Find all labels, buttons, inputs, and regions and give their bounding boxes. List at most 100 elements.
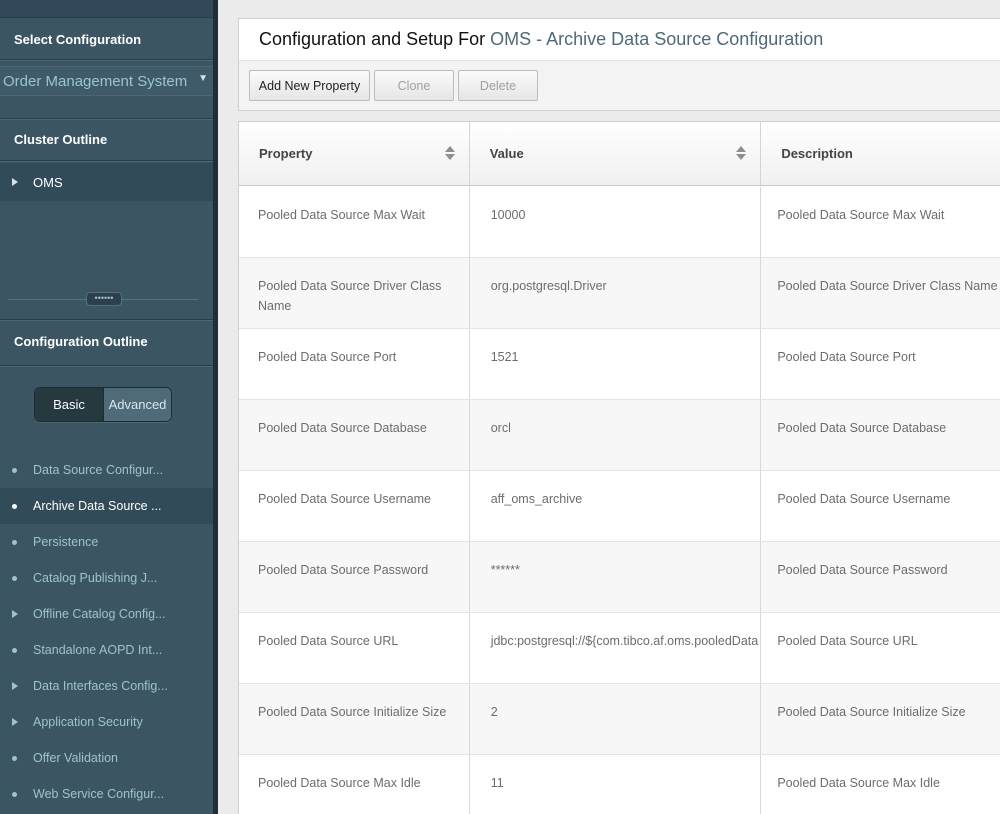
outline-item[interactable]: Catalog Publishing J...	[0, 560, 213, 596]
caret-down-icon: ▼	[198, 73, 208, 84]
sidebar-divider	[0, 118, 213, 119]
cell-value: 11	[470, 755, 762, 814]
table-row[interactable]: Pooled Data Source Initialize Size 2 Poole…	[239, 684, 1000, 755]
outline-marker	[0, 647, 33, 653]
sidebar: Select Configuration Order Management Sy…	[0, 0, 213, 814]
table-row[interactable]: Pooled Data Source Driver Class Name org.…	[239, 258, 1000, 329]
cluster-tree-item-label: OMS	[33, 174, 63, 190]
outline-item[interactable]: Persistence	[0, 524, 213, 560]
table-row[interactable]: Pooled Data Source Max Idle 11 Pooled Data…	[239, 755, 1000, 814]
outline-marker	[0, 755, 33, 761]
configuration-outline-header: Configuration Outline	[14, 333, 148, 349]
expand-arrow-icon[interactable]	[12, 610, 18, 618]
outline-item-label: Application Security	[33, 715, 143, 729]
cell-value: ******	[470, 542, 762, 612]
splitter-line	[8, 299, 86, 300]
cell-value: org.postgresql.Driver	[470, 258, 762, 328]
cell-property: Pooled Data Source Max Idle	[239, 755, 470, 814]
sidebar-divider	[0, 160, 213, 161]
column-header-property[interactable]: Property	[239, 122, 470, 185]
grid-header: Property Value Description	[239, 122, 1000, 186]
outline-marker	[0, 718, 33, 726]
outline-item-label: Offline Catalog Config...	[33, 607, 166, 621]
outline-item[interactable]: Data Source Configur...	[0, 452, 213, 488]
cell-description: Pooled Data Source Password	[777, 563, 948, 577]
cell-value: jdbc:postgresql://${com.tibco.af.oms.poo…	[470, 613, 762, 683]
grid-body: Pooled Data Source Max Wait 10000 Pooled D…	[239, 187, 1000, 814]
cell-property: Pooled Data Source URL	[239, 613, 470, 683]
sort-icon[interactable]	[444, 146, 455, 161]
cell-property: Pooled Data Source Port	[239, 329, 470, 399]
cell-description: Pooled Data Source URL	[777, 634, 918, 648]
table-row[interactable]: Pooled Data Source Username aff_oms_archi…	[239, 471, 1000, 542]
outline-marker	[0, 682, 33, 690]
bullet-icon	[12, 791, 17, 797]
outline-item-label: Data Source Configur...	[33, 463, 163, 477]
column-header-value[interactable]: Value	[470, 122, 762, 185]
configuration-outline-list: Data Source Configur... Archive Data Sour…	[0, 452, 213, 812]
cell-property: Pooled Data Source Database	[239, 400, 470, 470]
expand-arrow-icon[interactable]	[12, 178, 18, 186]
outline-item-label: Standalone AOPD Int...	[33, 643, 163, 657]
toolbar: Add New Property Clone Delete	[249, 70, 542, 101]
column-header-label: Description	[781, 146, 853, 161]
mode-advanced-button[interactable]: Advanced	[104, 388, 171, 421]
cell-property: Pooled Data Source Max Wait	[239, 187, 470, 257]
table-row[interactable]: Pooled Data Source Port 1521 Pooled Data S…	[239, 329, 1000, 400]
outline-item-label: Web Service Configur...	[33, 787, 165, 801]
outline-marker	[0, 791, 33, 797]
configuration-select[interactable]: Order Management System ▼	[0, 66, 213, 96]
expand-arrow-icon[interactable]	[12, 682, 18, 690]
cell-property: Pooled Data Source Driver Class Name	[239, 258, 470, 328]
cell-description: Pooled Data Source Port	[777, 350, 916, 364]
cluster-outline-header: Cluster Outline	[14, 131, 108, 147]
cell-property: Pooled Data Source Password	[239, 542, 470, 612]
outline-item[interactable]: Web Service Configur...	[0, 776, 213, 812]
cell-description: Pooled Data Source Max Idle	[777, 776, 940, 790]
clone-button[interactable]: Clone	[374, 70, 454, 101]
splitter-handle[interactable]: ••••••	[86, 292, 122, 306]
sort-icon[interactable]	[736, 146, 747, 161]
cell-description: Pooled Data Source Initialize Size	[777, 705, 966, 719]
outline-marker	[0, 503, 33, 509]
outline-item-label: Persistence	[33, 535, 99, 549]
delete-button[interactable]: Delete	[458, 70, 538, 101]
add-new-property-button[interactable]: Add New Property	[249, 70, 370, 101]
table-row[interactable]: Pooled Data Source Password ****** Pooled …	[239, 542, 1000, 613]
outline-marker	[0, 610, 33, 618]
outline-item-label: Data Interfaces Config...	[33, 679, 168, 693]
sidebar-top-strip	[0, 0, 213, 18]
cluster-tree-item-oms[interactable]: OMS	[0, 163, 213, 201]
bullet-icon	[12, 647, 17, 653]
splitter-line	[122, 299, 198, 300]
table-row[interactable]: Pooled Data Source Database orcl Pooled Da…	[239, 400, 1000, 471]
outline-item-label: Offer Validation	[33, 751, 119, 765]
outline-item[interactable]: Data Interfaces Config...	[0, 668, 213, 704]
column-header-label: Value	[489, 146, 524, 161]
cell-value: orcl	[470, 400, 762, 470]
sidebar-divider	[0, 365, 213, 366]
bullet-icon	[12, 575, 17, 581]
outline-item-label: Catalog Publishing J...	[33, 571, 158, 585]
outline-item[interactable]: Application Security	[0, 704, 213, 740]
cell-value: 10000	[470, 187, 762, 257]
properties-grid: Property Value Description Pooled Data S…	[238, 121, 1000, 814]
page-title-prefix: Configuration and Setup For	[259, 29, 486, 49]
select-configuration-header: Select Configuration	[14, 31, 142, 47]
table-row[interactable]: Pooled Data Source Max Wait 10000 Pooled D…	[239, 187, 1000, 258]
outline-item[interactable]: Offer Validation	[0, 740, 213, 776]
column-header-description[interactable]: Description	[761, 122, 1000, 185]
sidebar-divider	[0, 59, 213, 60]
outline-item[interactable]: Archive Data Source ...	[0, 488, 213, 524]
cell-description: Pooled Data Source Max Wait	[777, 208, 945, 222]
mode-basic-button[interactable]: Basic	[35, 388, 104, 421]
cell-description: Pooled Data Source Driver Class Name	[777, 279, 998, 293]
cell-property: Pooled Data Source Initialize Size	[239, 684, 470, 754]
bullet-icon	[12, 467, 17, 473]
table-row[interactable]: Pooled Data Source URL jdbc:postgresql://…	[239, 613, 1000, 684]
bullet-icon	[12, 503, 17, 509]
outline-item[interactable]: Standalone AOPD Int...	[0, 632, 213, 668]
outline-item[interactable]: Offline Catalog Config...	[0, 596, 213, 632]
expand-arrow-icon[interactable]	[12, 718, 18, 726]
main-content: Configuration and Setup For OMS - Archiv…	[218, 0, 1000, 814]
